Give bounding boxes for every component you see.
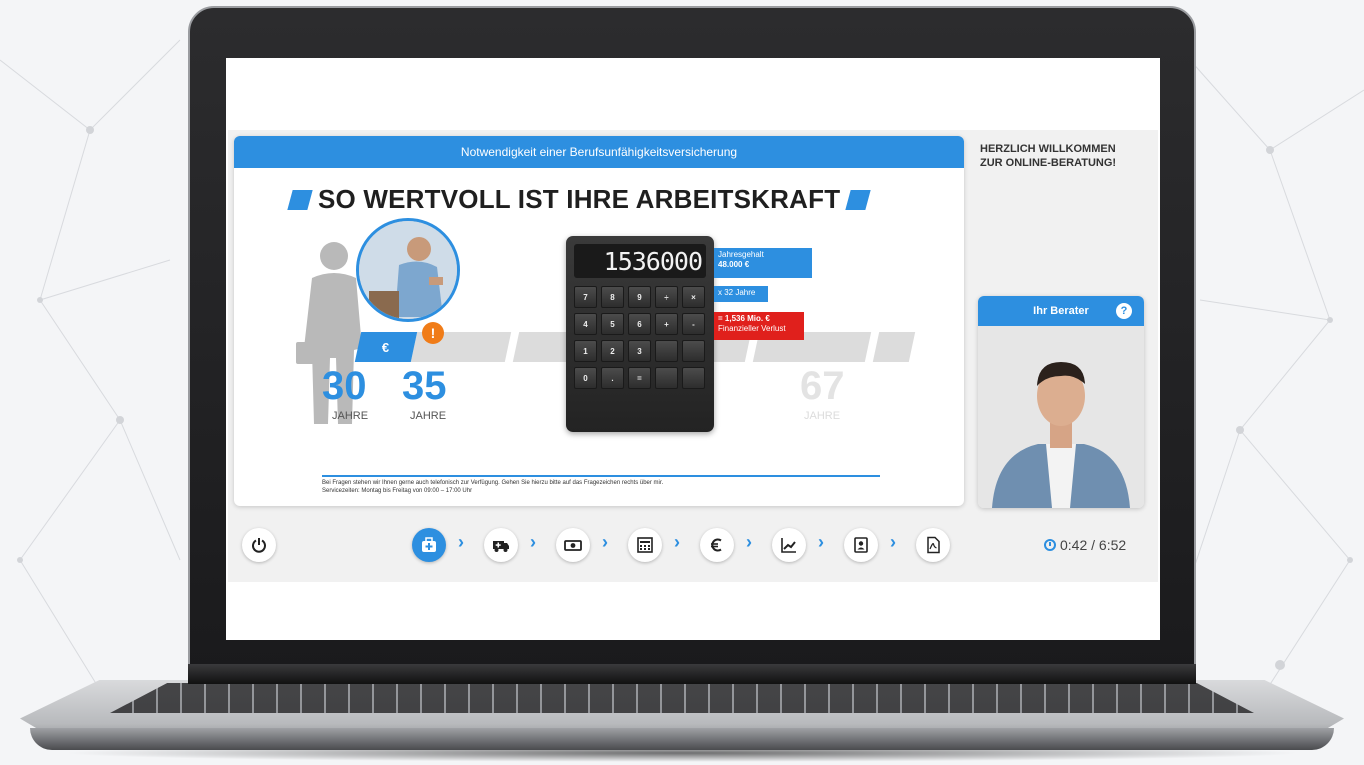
slide-title-text: SO WERTVOLL IST IHRE ARBEITSKRAFT bbox=[318, 184, 841, 214]
step-calculator-button[interactable] bbox=[628, 528, 662, 562]
title-accent-left bbox=[287, 189, 313, 210]
calculator-display: 1536000 bbox=[574, 244, 706, 278]
calculator-key bbox=[682, 340, 705, 362]
slide-title: SO WERTVOLL IST IHRE ARBEITSKRAFT bbox=[287, 184, 871, 215]
calculator-key: = bbox=[628, 367, 651, 389]
chevron-right-icon: › bbox=[746, 532, 752, 552]
footer-divider bbox=[322, 475, 880, 477]
timer-value: 0:42 / 6:52 bbox=[1060, 537, 1127, 553]
calculator-key: ÷ bbox=[655, 286, 678, 308]
euro-icon bbox=[711, 538, 722, 552]
footer-line-1: Bei Fragen stehen wir Ihnen gerne auch t… bbox=[322, 480, 664, 486]
contact-card-icon bbox=[854, 537, 868, 553]
age-event: 35 bbox=[402, 364, 447, 408]
loss-label: Finanzieller Verlust bbox=[718, 324, 786, 333]
calculator-key: 2 bbox=[601, 340, 624, 362]
step-money-button[interactable] bbox=[556, 528, 590, 562]
laptop-screen: Notwendigkeit einer Berufsunfähigkeitsve… bbox=[226, 58, 1160, 640]
age-event-label: JAHRE bbox=[410, 410, 447, 422]
footer-text: Bei Fragen stehen wir Ihnen gerne auch t… bbox=[322, 479, 663, 495]
calculator-key bbox=[682, 367, 705, 389]
slide-header: Notwendigkeit einer Berufsunfähigkeitsve… bbox=[234, 136, 964, 168]
footer-line-2: Servicezeiten: Montag bis Freitag von 09… bbox=[322, 488, 473, 494]
laptop-base-front bbox=[30, 728, 1334, 750]
calculator-key: . bbox=[601, 367, 624, 389]
laptop-hinge bbox=[188, 664, 1196, 684]
banknote-icon bbox=[564, 540, 582, 551]
calculator-key: 3 bbox=[628, 340, 651, 362]
chevron-right-icon: › bbox=[890, 532, 896, 552]
timeline-segment bbox=[872, 332, 916, 362]
chevron-right-icon: › bbox=[530, 532, 536, 552]
ambulance-icon bbox=[493, 541, 509, 552]
person-back-pain-image bbox=[359, 221, 457, 319]
salary-value: 48.000 € bbox=[718, 260, 750, 269]
calculator-key: 6 bbox=[628, 313, 651, 335]
loss-tag: = 1,536 Mio. € Finanzieller Verlust bbox=[714, 312, 804, 340]
calculator-keypad: 7 8 9 ÷ × 4 5 6 + - 1 2 3 0. = bbox=[574, 286, 706, 389]
help-icon[interactable]: ? bbox=[1116, 303, 1132, 319]
laptop-keyboard bbox=[110, 683, 1254, 713]
advisor-title: Ihr Berater bbox=[1033, 305, 1089, 317]
chevron-right-icon: › bbox=[674, 532, 680, 552]
money-bag-icon: € bbox=[382, 339, 390, 355]
advisor-header: Ihr Berater ? bbox=[978, 296, 1144, 326]
welcome-line-2: ZUR ONLINE-BERATUNG! bbox=[980, 157, 1117, 169]
chevron-right-icon: › bbox=[458, 532, 464, 552]
chevron-right-icon: › bbox=[818, 532, 824, 552]
advisor-photo bbox=[978, 326, 1144, 508]
salary-label: Jahresgehalt bbox=[718, 250, 764, 259]
power-button[interactable] bbox=[242, 528, 276, 562]
age-start-label: JAHRE bbox=[332, 410, 369, 422]
age-end-label: JAHRE bbox=[804, 410, 841, 422]
consultation-app: Notwendigkeit einer Berufsunfähigkeitsve… bbox=[228, 130, 1158, 582]
calculator-key: 5 bbox=[601, 313, 624, 335]
power-icon bbox=[252, 538, 266, 553]
calculator-key: 8 bbox=[601, 286, 624, 308]
welcome-heading: HERZLICH WILLKOMMEN ZUR ONLINE-BERATUNG! bbox=[980, 142, 1150, 170]
step-ambulance-button[interactable] bbox=[484, 528, 518, 562]
calculator-icon bbox=[637, 537, 653, 553]
step-navigation: › › › › › › › 0:42 / 6:52 bbox=[228, 516, 1158, 578]
age-end: 67 bbox=[800, 364, 845, 408]
medical-kit-icon bbox=[422, 537, 436, 552]
calculator-key bbox=[655, 367, 678, 389]
title-accent-right bbox=[845, 189, 871, 210]
calculator-key: - bbox=[682, 313, 705, 335]
multiplier-value: x 32 Jahre bbox=[718, 288, 756, 297]
age-start: 30 bbox=[322, 364, 367, 408]
step-euro-button[interactable] bbox=[700, 528, 734, 562]
pdf-icon bbox=[927, 536, 940, 554]
calculator-key: 9 bbox=[628, 286, 651, 308]
step-chart-button[interactable] bbox=[772, 528, 806, 562]
calculator-key: 4 bbox=[574, 313, 597, 335]
calculator-key: + bbox=[655, 313, 678, 335]
advisor-card: Ihr Berater ? bbox=[978, 296, 1144, 508]
line-chart-icon bbox=[781, 538, 796, 553]
calculator-key: 0 bbox=[574, 367, 597, 389]
advisor-portrait bbox=[978, 326, 1144, 508]
calculator: 1536000 7 8 9 ÷ × 4 5 6 + - 1 2 3 0. = bbox=[566, 236, 714, 432]
salary-tag: Jahresgehalt 48.000 € bbox=[714, 248, 812, 278]
session-timer: 0:42 / 6:52 bbox=[1044, 537, 1126, 553]
loss-value: = 1,536 Mio. € bbox=[718, 314, 770, 323]
warning-icon: ! bbox=[422, 322, 444, 344]
step-pdf-button[interactable] bbox=[916, 528, 950, 562]
calculator-key: × bbox=[682, 286, 705, 308]
step-medical-button[interactable] bbox=[412, 528, 446, 562]
clock-icon bbox=[1044, 539, 1056, 551]
step-contact-button[interactable] bbox=[844, 528, 878, 562]
calculator-key: 7 bbox=[574, 286, 597, 308]
chevron-right-icon: › bbox=[602, 532, 608, 552]
injured-person-photo bbox=[356, 218, 460, 322]
welcome-line-1: HERZLICH WILLKOMMEN bbox=[980, 143, 1116, 155]
calculator-key: 1 bbox=[574, 340, 597, 362]
multiplier-tag: x 32 Jahre bbox=[714, 286, 768, 302]
money-bag-marker: € bbox=[354, 332, 418, 362]
calculator-key bbox=[655, 340, 678, 362]
slide-panel: Notwendigkeit einer Berufsunfähigkeitsve… bbox=[234, 136, 964, 506]
